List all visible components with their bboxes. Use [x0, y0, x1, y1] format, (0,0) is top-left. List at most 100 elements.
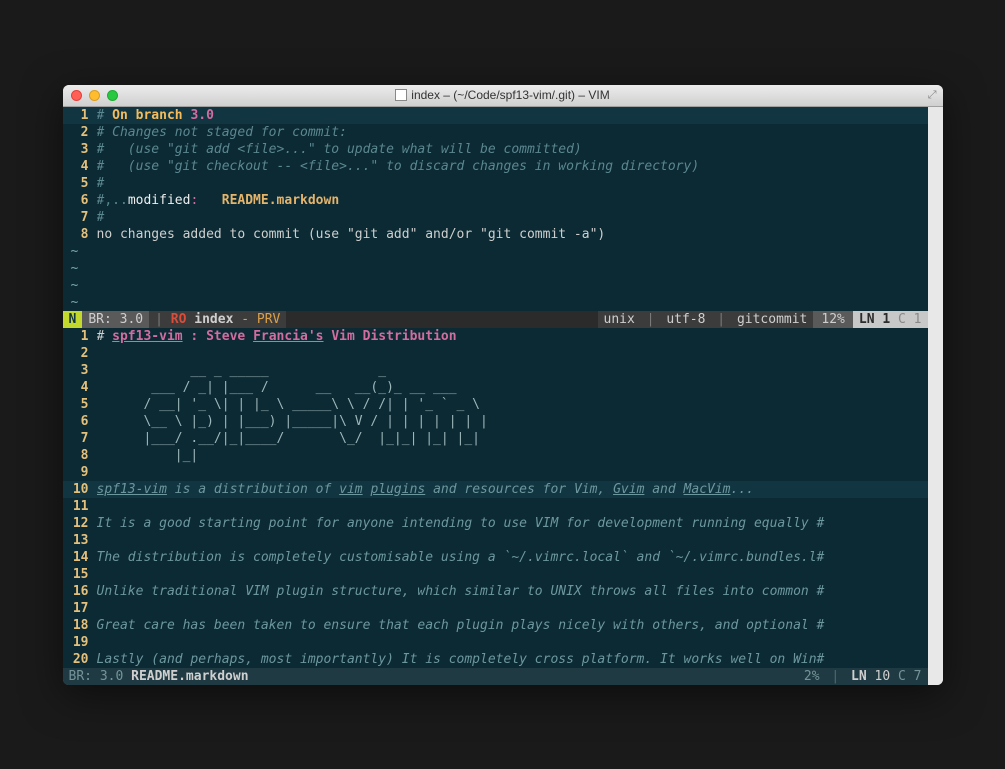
branch-segment: BR: 3.0 — [82, 311, 149, 328]
line-content[interactable]: # Changes not staged for commit: — [97, 124, 928, 141]
line-number-gutter: 7 — [63, 209, 97, 226]
editor-line[interactable]: 14The distribution is completely customi… — [63, 549, 928, 566]
line-content[interactable] — [97, 634, 928, 651]
vim-editor[interactable]: 1# On branch 3.02# Changes not staged fo… — [63, 107, 928, 685]
line-content[interactable]: __ _ _____ _ — [97, 362, 928, 379]
branch-label: BR: — [88, 312, 111, 327]
editor-line[interactable]: 20Lastly (and perhaps, most importantly)… — [63, 651, 928, 668]
statusline-fill — [286, 311, 597, 328]
line-number-gutter: 4 — [63, 158, 97, 175]
editor-line[interactable]: 7 |___/ .__/|_|____/ \_/ |_|_| |_| |_| — [63, 430, 928, 447]
branch-label: BR: — [69, 669, 92, 684]
editor-line[interactable]: 13 — [63, 532, 928, 549]
editor-line[interactable]: 19 — [63, 634, 928, 651]
line-content[interactable] — [97, 532, 928, 549]
percent: 2% — [804, 669, 820, 684]
editor-line[interactable]: 6 \__ \ |_) | |___) |_____|\ V / | | | |… — [63, 413, 928, 430]
fullscreen-icon[interactable]: ⤢ — [928, 88, 937, 102]
line-number-gutter: 16 — [63, 583, 97, 600]
document-icon — [395, 89, 407, 101]
line-content[interactable]: / __| '_ \| | |_ \ _____\ \ / /| | '_ ` … — [97, 396, 928, 413]
readonly-flag: RO — [171, 312, 187, 327]
editor-line[interactable]: 3 __ _ _____ _ — [63, 362, 928, 379]
editor-line[interactable]: 6#,..modified: README.markdown — [63, 192, 928, 209]
line-content[interactable]: no changes added to commit (use "git add… — [97, 226, 928, 243]
percent: 12% — [821, 312, 844, 327]
editor-line[interactable]: 2 — [63, 345, 928, 362]
editor-line[interactable]: 1# On branch 3.0 — [63, 107, 928, 124]
macos-window: index – (~/Code/spf13-vim/.git) – VIM ⤢ … — [63, 85, 943, 685]
line-number-gutter: 19 — [63, 634, 97, 651]
tilde-line: ~ — [63, 294, 928, 311]
line-number-gutter: 20 — [63, 651, 97, 668]
line-content[interactable] — [97, 345, 928, 362]
line-content[interactable]: # — [97, 209, 928, 226]
line-content[interactable]: Lastly (and perhaps, most importantly) I… — [97, 651, 928, 668]
line-content[interactable]: spf13-vim is a distribution of vim plugi… — [97, 481, 928, 498]
line-content[interactable]: |___/ .__/|_|____/ \_/ |_|_| |_| |_| — [97, 430, 928, 447]
bottom-pane-readme[interactable]: 1# spf13-vim : Steve Francia's Vim Distr… — [63, 328, 928, 668]
statusline-active: N BR: 3.0 | RO index - PRV — [63, 311, 928, 328]
line-label: LN — [851, 669, 867, 684]
line-number-gutter: 3 — [63, 362, 97, 379]
editor-line[interactable]: 4# (use "git checkout -- <file>..." to d… — [63, 158, 928, 175]
scrollbar[interactable] — [928, 107, 943, 685]
line-content[interactable]: The distribution is completely customisa… — [97, 549, 928, 566]
line-content[interactable]: # (use "git checkout -- <file>..." to di… — [97, 158, 928, 175]
window-title-text: index – (~/Code/spf13-vim/.git) – VIM — [411, 88, 609, 102]
editor-line[interactable]: 17 — [63, 600, 928, 617]
line-content[interactable] — [97, 566, 928, 583]
tilde-line: ~ — [63, 260, 928, 277]
traffic-lights — [71, 90, 118, 101]
zoom-window-button[interactable] — [107, 90, 118, 101]
line-content[interactable]: #,..modified: README.markdown — [97, 192, 928, 209]
position-segment: 2% | LN 10 C 7 — [798, 668, 928, 685]
line-content[interactable]: ___ / _| |___ / __ __(_)_ __ ___ — [97, 379, 928, 396]
segment-sep: | — [155, 312, 171, 327]
line-content[interactable]: It is a good starting point for anyone i… — [97, 515, 928, 532]
editor-line[interactable]: 9 — [63, 464, 928, 481]
branch-file-segment: BR: 3.0 README.markdown — [63, 668, 255, 685]
line-content[interactable]: # spf13-vim : Steve Francia's Vim Distri… — [97, 328, 928, 345]
statusline-fill — [255, 668, 798, 685]
fileinfo-segment: unix | utf-8 | gitcommit — [598, 311, 814, 328]
line-content[interactable]: # — [97, 175, 928, 192]
editor-line[interactable]: 8no changes added to commit (use "git ad… — [63, 226, 928, 243]
line-number-gutter: 6 — [63, 413, 97, 430]
col-label: C — [898, 312, 906, 327]
window-titlebar[interactable]: index – (~/Code/spf13-vim/.git) – VIM ⤢ — [63, 85, 943, 107]
editor-line[interactable]: 7# — [63, 209, 928, 226]
editor-line[interactable]: 1# spf13-vim : Steve Francia's Vim Distr… — [63, 328, 928, 345]
line-content[interactable]: \__ \ |_) | |___) |_____|\ V / | | | | |… — [97, 413, 928, 430]
line-content[interactable] — [97, 464, 928, 481]
minimize-window-button[interactable] — [89, 90, 100, 101]
top-pane-gitcommit[interactable]: 1# On branch 3.02# Changes not staged fo… — [63, 107, 928, 311]
line-content[interactable]: # (use "git add <file>..." to update wha… — [97, 141, 928, 158]
editor-line[interactable]: 16Unlike traditional VIM plugin structur… — [63, 583, 928, 600]
close-window-button[interactable] — [71, 90, 82, 101]
editor-line-current[interactable]: 10spf13-vim is a distribution of vim plu… — [63, 481, 928, 498]
editor-line[interactable]: 11 — [63, 498, 928, 515]
editor-line[interactable]: 8 |_| — [63, 447, 928, 464]
line-number-gutter: 12 — [63, 515, 97, 532]
line-content[interactable]: |_| — [97, 447, 928, 464]
editor-line[interactable]: 5# — [63, 175, 928, 192]
line-content[interactable]: Great care has been taken to ensure that… — [97, 617, 928, 634]
line-content[interactable] — [97, 600, 928, 617]
line-number-gutter: 13 — [63, 532, 97, 549]
editor-line[interactable]: 4 ___ / _| |___ / __ __(_)_ __ ___ — [63, 379, 928, 396]
editor-line[interactable]: 15 — [63, 566, 928, 583]
editor-line[interactable]: 5 / __| '_ \| | |_ \ _____\ \ / /| | '_ … — [63, 396, 928, 413]
mode-indicator: N — [63, 311, 83, 328]
line-content[interactable]: Unlike traditional VIM plugin structure,… — [97, 583, 928, 600]
editor-line[interactable]: 18Great care has been taken to ensure th… — [63, 617, 928, 634]
line-number-gutter: 6 — [63, 192, 97, 209]
editor-line[interactable]: 12It is a good starting point for anyone… — [63, 515, 928, 532]
line-content[interactable]: # On branch 3.0 — [97, 107, 928, 124]
editor-line[interactable]: 3# (use "git add <file>..." to update wh… — [63, 141, 928, 158]
line-content[interactable] — [97, 498, 928, 515]
window-title: index – (~/Code/spf13-vim/.git) – VIM — [63, 88, 943, 102]
line-number-gutter: 3 — [63, 141, 97, 158]
branch-value: 3.0 — [100, 669, 123, 684]
editor-line[interactable]: 2# Changes not staged for commit: — [63, 124, 928, 141]
